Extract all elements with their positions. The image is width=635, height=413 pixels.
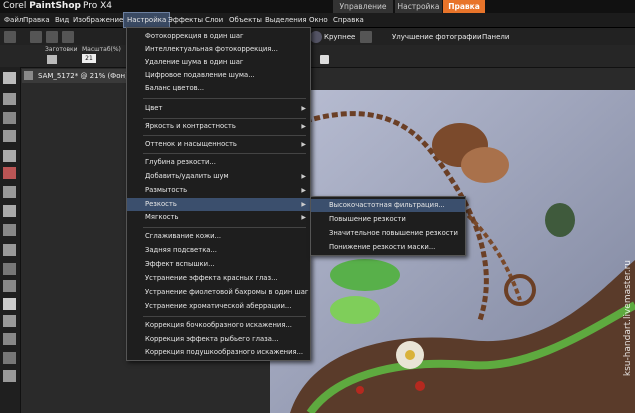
- pan-icon[interactable]: [47, 55, 57, 64]
- menu-separator: [143, 98, 306, 99]
- tab-manage[interactable]: Управление: [333, 0, 393, 13]
- menu-item-pincushion-distortion[interactable]: Коррекция подушкообразного искажения...: [127, 346, 310, 359]
- scale-label: Масштаб(%): [82, 46, 121, 53]
- menu-item-add-remove-noise[interactable]: Добавить/удалить шум ▶: [127, 170, 310, 183]
- pen-tool-icon[interactable]: [3, 333, 16, 345]
- shape-tool-icon[interactable]: [3, 315, 16, 327]
- menu-item-brightness-contrast[interactable]: Яркость и контрастность ▶: [127, 120, 310, 133]
- menu-separator: [143, 118, 306, 119]
- menu-help[interactable]: Справка: [330, 13, 367, 27]
- save-icon[interactable]: [46, 31, 58, 43]
- menu-item-red-eye-removal[interactable]: Устранение эффекта красных глаз...: [127, 272, 310, 285]
- eraser-tool-icon[interactable]: [3, 244, 16, 256]
- menu-item-one-step-photo-fix[interactable]: Фотокоррекция в один шаг: [127, 30, 310, 43]
- new-icon[interactable]: [4, 31, 16, 43]
- enhance-photo-button[interactable]: Улучшение фотографии: [392, 30, 482, 44]
- submenu-item-sharpen-more[interactable]: Значительное повышение резкости: [311, 227, 465, 240]
- watermark-text: ksu-handart.livemaster.ru: [623, 260, 633, 377]
- menu-separator: [143, 153, 306, 154]
- submenu-item-sharpen[interactable]: Повышение резкости: [311, 213, 465, 226]
- submenu-item-unsharp-mask[interactable]: Понижение резкости маски...: [311, 241, 465, 254]
- dice-icon[interactable]: [320, 55, 329, 64]
- menu-separator: [143, 227, 306, 228]
- menu-item-purple-fringe-fix[interactable]: Устранение фиолетовой бахромы в один шаг: [127, 286, 310, 299]
- menu-separator: [143, 316, 306, 317]
- panels-button[interactable]: Панели: [482, 30, 509, 44]
- fill-tool-icon[interactable]: [3, 280, 16, 292]
- document-icon: [24, 71, 33, 80]
- menu-item-hue-saturation[interactable]: Оттенок и насыщенность ▶: [127, 138, 310, 151]
- menu-item-depth-of-field[interactable]: Глубина резкости...: [127, 156, 310, 169]
- straighten-tool-icon[interactable]: [3, 150, 16, 162]
- app-logo: Corel PaintShop Pro X4: [3, 1, 112, 11]
- menu-item-sharpness[interactable]: Резкость ▶: [127, 198, 310, 211]
- menu-item-skin-smoothing[interactable]: Сглаживание кожи...: [127, 230, 310, 243]
- menu-effects[interactable]: Эффекты: [165, 13, 206, 27]
- menu-item-digital-noise-removal[interactable]: Цифровое подавление шума...: [127, 69, 310, 82]
- menu-selections[interactable]: Выделения: [262, 13, 310, 27]
- menu-separator: [143, 135, 306, 136]
- menu-item-barrel-distortion[interactable]: Коррекция бочкообразного искажения...: [127, 319, 310, 332]
- preset-label: Заготовки: [45, 46, 78, 53]
- red-eye-tool-icon[interactable]: [3, 167, 16, 179]
- warp-tool-icon[interactable]: [3, 352, 16, 364]
- menu-window[interactable]: Окно: [306, 13, 331, 27]
- eyedropper-tool-icon[interactable]: [3, 112, 16, 124]
- menu-item-chromatic-aberration[interactable]: Устранение хроматической аберрации...: [127, 300, 310, 313]
- text-tool-icon[interactable]: [3, 298, 16, 310]
- menu-objects[interactable]: Объекты: [226, 13, 265, 27]
- tab-setup[interactable]: Настройка: [395, 0, 442, 13]
- menu-item-fill-flash[interactable]: Эффект вспышки...: [127, 258, 310, 271]
- zoom-in-icon[interactable]: [310, 31, 322, 43]
- menu-layers[interactable]: Слои: [202, 13, 226, 27]
- submenu-item-high-pass[interactable]: Высокочастотная фильтрация...: [311, 199, 465, 212]
- makeover-tool-icon[interactable]: [3, 186, 16, 198]
- menu-item-smart-photo-fix[interactable]: Интеллектуальная фотокоррекция...: [127, 43, 310, 56]
- menu-item-fisheye-distortion[interactable]: Коррекция эффекта рыбьего глаза...: [127, 333, 310, 346]
- open-icon[interactable]: [30, 31, 42, 43]
- brush-tool-icon[interactable]: [3, 205, 16, 217]
- adjust-menu: Фотокоррекция в один шаг Интеллектуальна…: [126, 27, 311, 361]
- crop-icon[interactable]: [360, 31, 372, 43]
- zoom-in-button[interactable]: Крупнее: [324, 30, 355, 44]
- sharpness-submenu: Высокочастотная фильтрация... Повышение …: [310, 196, 466, 256]
- menu-item-blur[interactable]: Размытость ▶: [127, 184, 310, 197]
- tab-edit[interactable]: Правка: [443, 0, 485, 13]
- selection-tool-icon[interactable]: [3, 93, 16, 105]
- menu-item-one-step-noise-removal[interactable]: Удаление шума в один шаг: [127, 56, 310, 69]
- menu-item-backlighting[interactable]: Задняя подсветка...: [127, 244, 310, 257]
- menu-item-color[interactable]: Цвет ▶: [127, 102, 310, 115]
- airbrush-tool-icon[interactable]: [3, 370, 16, 382]
- menu-edit[interactable]: Правка: [20, 13, 53, 27]
- menu-item-color-balance[interactable]: Баланс цветов...: [127, 82, 310, 95]
- menu-adjust[interactable]: Настройка: [122, 12, 171, 28]
- scale-field[interactable]: 21: [82, 54, 96, 63]
- pick-tool-icon[interactable]: [3, 72, 16, 84]
- menu-image[interactable]: Изображение: [70, 13, 126, 27]
- smudge-tool-icon[interactable]: [3, 263, 16, 275]
- menu-item-softness[interactable]: Мягкость ▶: [127, 211, 310, 224]
- print-icon[interactable]: [62, 31, 74, 43]
- document-tab[interactable]: SAM_5172* @ 21% (Фон): [22, 69, 128, 83]
- clone-tool-icon[interactable]: [3, 224, 16, 236]
- crop-tool-icon[interactable]: [3, 130, 16, 142]
